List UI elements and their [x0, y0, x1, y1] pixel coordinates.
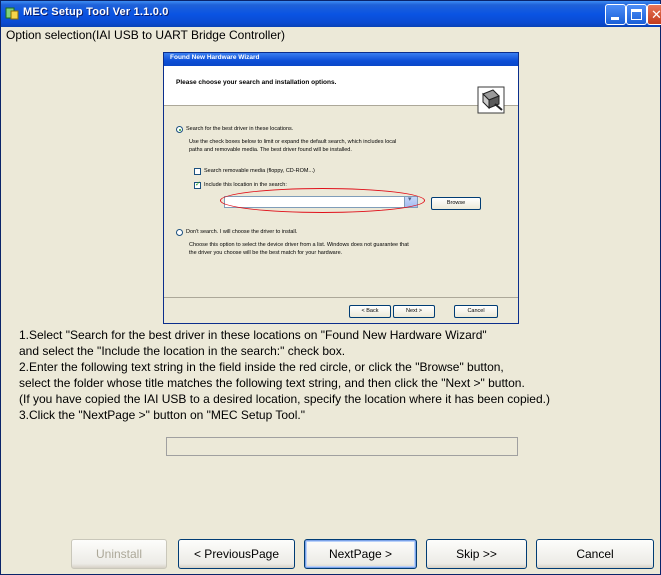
- checkbox-include-label: Include this location in the search:: [204, 182, 287, 188]
- radio-search-label: Search for the best driver in these loca…: [186, 126, 294, 132]
- option-selection-label: Option selection(IAI USB to UART Bridge …: [6, 28, 286, 42]
- setup-tool-window: MEC Setup Tool Ver 1.1.0.0 ✕ Option sele…: [0, 0, 661, 575]
- skip-button[interactable]: Skip >>: [426, 539, 527, 569]
- close-icon: ✕: [651, 7, 661, 22]
- checkbox-include-location: [194, 180, 201, 189]
- wizard-title-bar: Found New Hardware Wizard: [164, 53, 518, 66]
- driver-path-field[interactable]: [166, 437, 518, 456]
- maximize-button[interactable]: [626, 4, 647, 25]
- wizard-browse-button: Browse: [431, 197, 481, 210]
- uninstall-button[interactable]: Uninstall: [71, 539, 167, 569]
- radio-dont-search: [176, 229, 183, 236]
- wizard-next-button: Next >: [393, 305, 435, 318]
- instruction-line: 3.Click the "NextPage >" button on "MEC …: [19, 408, 305, 422]
- radio-search-locations: [176, 126, 183, 133]
- instructions: 1.Select "Search for the best driver in …: [19, 327, 550, 423]
- dont-search-description-line-1: Choose this option to select the device …: [189, 242, 409, 248]
- maximize-icon: [631, 9, 642, 20]
- instruction-line: and select the "Include the location in …: [19, 344, 346, 358]
- checkbox-removable-label: Search removable media (floppy, CD-ROM..…: [204, 168, 315, 174]
- close-button[interactable]: ✕: [647, 4, 661, 25]
- title-bar[interactable]: MEC Setup Tool Ver 1.1.0.0 ✕: [1, 1, 661, 27]
- wizard-separator: [164, 297, 518, 298]
- minimize-icon: [611, 17, 619, 20]
- instruction-line: 2.Enter the following text string in the…: [19, 360, 504, 374]
- wizard-header: Please choose your search and installati…: [164, 66, 518, 114]
- wizard-title: Found New Hardware Wizard: [170, 54, 260, 61]
- app-icon: [5, 7, 19, 20]
- wizard-back-button: < Back: [349, 305, 391, 318]
- instruction-line: 1.Select "Search for the best driver in …: [19, 328, 487, 342]
- minimize-button[interactable]: [605, 4, 626, 25]
- red-highlight-circle: [220, 188, 425, 213]
- hardware-icon: [477, 86, 505, 114]
- checkbox-removable-media: [194, 168, 201, 175]
- search-description-line-1: Use the check boxes below to limit or ex…: [189, 139, 397, 145]
- instruction-line: (If you have copied the IAI USB to a des…: [19, 392, 550, 406]
- dont-search-description-line-2: the driver you choose will be the best m…: [189, 250, 343, 256]
- wizard-cancel-button: Cancel: [454, 305, 498, 318]
- instruction-line: select the folder whose title matches th…: [19, 376, 525, 390]
- next-page-button[interactable]: NextPage >: [304, 539, 417, 569]
- radio-dont-search-label: Don't search. I will choose the driver t…: [186, 229, 298, 235]
- search-description-line-2: paths and removable media. The best driv…: [189, 147, 352, 153]
- previous-page-button[interactable]: < PreviousPage: [178, 539, 295, 569]
- cancel-button[interactable]: Cancel: [536, 539, 654, 569]
- wizard-header-text: Please choose your search and installati…: [176, 79, 337, 86]
- wizard-screenshot: Found New Hardware Wizard Please choose …: [163, 52, 519, 324]
- window-title: MEC Setup Tool Ver 1.1.0.0: [23, 6, 169, 18]
